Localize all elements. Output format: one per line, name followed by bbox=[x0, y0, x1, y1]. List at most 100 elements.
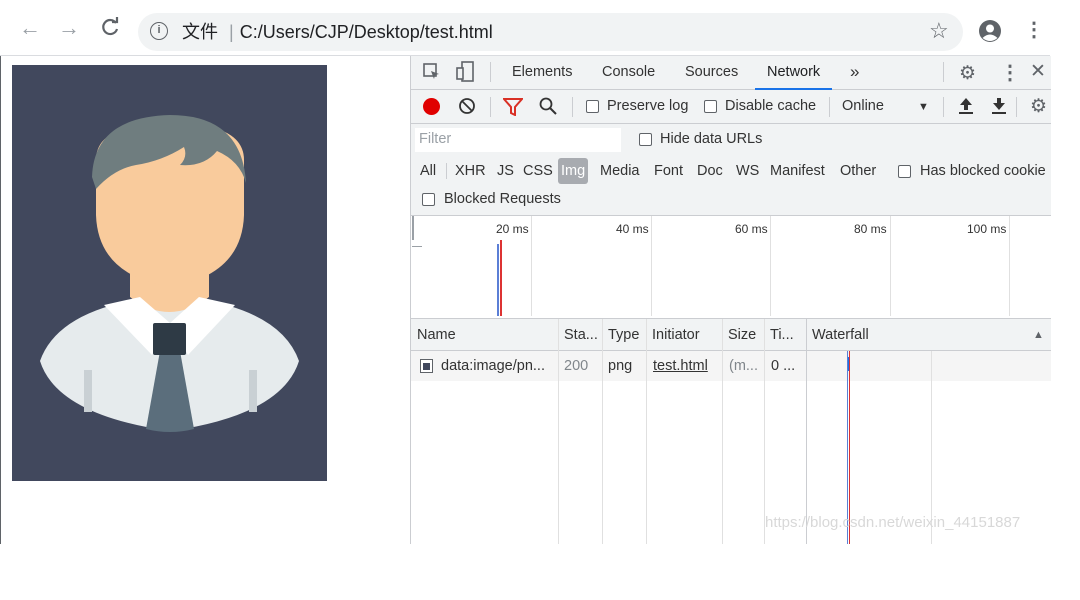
timeline-gridline bbox=[651, 216, 652, 316]
timeline-gridline bbox=[890, 216, 891, 316]
timeline-tick-label: 80 ms bbox=[854, 222, 887, 236]
settings-gear-icon[interactable]: ⚙ bbox=[959, 62, 976, 85]
column-divider bbox=[722, 319, 723, 544]
disable-cache-label: Disable cache bbox=[725, 98, 817, 114]
network-settings-icon[interactable]: ⚙ bbox=[1030, 95, 1047, 118]
url-text: C:/Users/CJP/Desktop/test.html bbox=[239, 22, 493, 42]
blocked-requests-checkbox[interactable] bbox=[422, 193, 435, 206]
timeline-start-marker bbox=[412, 216, 414, 240]
toolbar-separator bbox=[943, 97, 944, 117]
close-icon[interactable]: ✕ bbox=[1030, 60, 1046, 83]
clear-icon[interactable] bbox=[458, 97, 476, 115]
image-file-icon bbox=[420, 359, 433, 373]
devtools-tab-bar: Elements Console Sources Network » ⚙ ⋮ ✕ bbox=[411, 56, 1051, 90]
timeline-overview[interactable]: 20 ms 40 ms 60 ms 80 ms 100 ms bbox=[411, 216, 1051, 319]
column-divider bbox=[558, 319, 559, 544]
type-filter-all[interactable]: All bbox=[420, 158, 436, 184]
type-filter-xhr[interactable]: XHR bbox=[455, 158, 486, 184]
bookmark-star-icon[interactable]: ☆ bbox=[929, 19, 949, 43]
forward-arrow-icon[interactable]: → bbox=[57, 16, 81, 40]
request-status: 200 bbox=[564, 358, 589, 374]
timeline-gridline bbox=[1009, 216, 1010, 316]
address-bar[interactable]: i 文件 | C:/Users/CJP/Desktop/test.html bbox=[138, 13, 963, 51]
profile-icon[interactable] bbox=[978, 19, 1002, 43]
throttling-select[interactable]: Online bbox=[842, 98, 884, 114]
hide-data-urls-label: Hide data URLs bbox=[660, 131, 763, 147]
hide-data-urls-checkbox[interactable] bbox=[639, 133, 652, 146]
type-filter-other[interactable]: Other bbox=[840, 158, 876, 184]
tab-elements[interactable]: Elements bbox=[512, 56, 572, 88]
tab-console[interactable]: Console bbox=[602, 56, 655, 88]
devtools-menu-icon[interactable]: ⋮ bbox=[1000, 60, 1020, 85]
import-har-icon[interactable] bbox=[959, 96, 973, 116]
request-initiator-link[interactable]: test.html bbox=[653, 351, 708, 381]
timeline-tick bbox=[412, 246, 422, 247]
table-row[interactable]: data:image/pn... 200 png test.html (m...… bbox=[411, 351, 1051, 381]
avatar-image bbox=[12, 65, 327, 481]
search-icon[interactable] bbox=[539, 97, 557, 115]
type-filter-ws[interactable]: WS bbox=[736, 158, 759, 184]
device-toolbar-icon[interactable] bbox=[456, 61, 474, 83]
filter-input[interactable]: Filter bbox=[415, 128, 621, 152]
toolbar-separator bbox=[572, 97, 573, 117]
browser-toolbar: ← → i 文件 | C:/Users/CJP/Desktop/test.html… bbox=[0, 0, 1050, 56]
toolbar-separator bbox=[829, 97, 830, 117]
type-filter-media[interactable]: Media bbox=[600, 158, 640, 184]
type-filter-manifest[interactable]: Manifest bbox=[770, 158, 825, 184]
has-blocked-cookies-checkbox[interactable] bbox=[898, 165, 911, 178]
info-icon[interactable]: i bbox=[150, 22, 168, 40]
column-header-name[interactable]: Name bbox=[417, 319, 456, 351]
request-table: Name Sta... Type Initiator Size Ti... Wa… bbox=[411, 319, 1051, 544]
url-separator: | bbox=[229, 22, 234, 42]
timeline-tick-label: 20 ms bbox=[496, 222, 529, 236]
timeline-gridline bbox=[770, 216, 771, 316]
request-type: png bbox=[608, 358, 633, 374]
column-header-waterfall[interactable]: Waterfall bbox=[812, 319, 869, 351]
tab-sources[interactable]: Sources bbox=[685, 56, 738, 88]
timeline-tick-label: 100 ms bbox=[967, 222, 1007, 236]
column-divider bbox=[806, 319, 807, 544]
timeline-tick-label: 40 ms bbox=[616, 222, 649, 236]
record-icon[interactable] bbox=[423, 98, 440, 115]
column-header-size[interactable]: Size bbox=[728, 319, 756, 351]
url-scheme-label: 文件 bbox=[182, 22, 218, 42]
shirt-stripe-right bbox=[249, 370, 257, 412]
export-har-icon[interactable] bbox=[992, 96, 1006, 116]
blocked-requests-label: Blocked Requests bbox=[444, 191, 561, 207]
inspect-element-icon[interactable] bbox=[423, 63, 441, 81]
type-filter-css[interactable]: CSS bbox=[523, 158, 553, 184]
filter-bar: Filter Hide data URLs All XHR JS CSS Img… bbox=[411, 124, 1051, 216]
network-toolbar: Preserve log Disable cache Online ▼ ⚙ bbox=[411, 90, 1051, 124]
type-filter-doc[interactable]: Doc bbox=[697, 158, 723, 184]
preserve-log-checkbox[interactable] bbox=[586, 100, 599, 113]
type-filter-font[interactable]: Font bbox=[654, 158, 683, 184]
table-header: Name Sta... Type Initiator Size Ti... Wa… bbox=[411, 319, 1051, 351]
browser-menu-icon[interactable]: ⋮ bbox=[1024, 18, 1044, 42]
sort-ascending-icon[interactable]: ▲ bbox=[1033, 329, 1044, 341]
watermark-text: https://blog.csdn.net/weixin_44151887 bbox=[765, 514, 1021, 531]
address-text[interactable]: 文件 | C:/Users/CJP/Desktop/test.html bbox=[182, 13, 493, 51]
request-name: data:image/pn... bbox=[441, 358, 545, 374]
request-size: (m... bbox=[729, 358, 758, 374]
throttling-dropdown-icon[interactable]: ▼ bbox=[918, 101, 929, 113]
column-header-initiator[interactable]: Initiator bbox=[652, 319, 700, 351]
type-filter-img[interactable]: Img bbox=[558, 158, 589, 184]
disable-cache-checkbox[interactable] bbox=[704, 100, 717, 113]
column-header-time[interactable]: Ti... bbox=[770, 319, 794, 351]
column-header-status[interactable]: Sta... bbox=[564, 319, 598, 351]
column-header-type[interactable]: Type bbox=[608, 319, 639, 351]
back-arrow-icon[interactable]: ← bbox=[18, 16, 42, 40]
preserve-log-label: Preserve log bbox=[607, 98, 689, 114]
resource-type-filters: All XHR JS CSS Img Media Font Doc WS Man… bbox=[411, 158, 1051, 184]
more-tabs-icon[interactable]: » bbox=[850, 56, 859, 88]
type-filter-js[interactable]: JS bbox=[497, 158, 514, 184]
viewport-border bbox=[0, 56, 1, 544]
toolbar-separator bbox=[446, 163, 447, 179]
load-event-line bbox=[500, 240, 502, 316]
filter-icon[interactable] bbox=[501, 98, 525, 117]
has-blocked-cookies-label: Has blocked cookie bbox=[920, 163, 1046, 179]
tab-network[interactable]: Network bbox=[755, 56, 833, 90]
toolbar-separator bbox=[490, 97, 491, 117]
toolbar-separator bbox=[490, 62, 491, 82]
reload-icon[interactable] bbox=[98, 16, 122, 40]
